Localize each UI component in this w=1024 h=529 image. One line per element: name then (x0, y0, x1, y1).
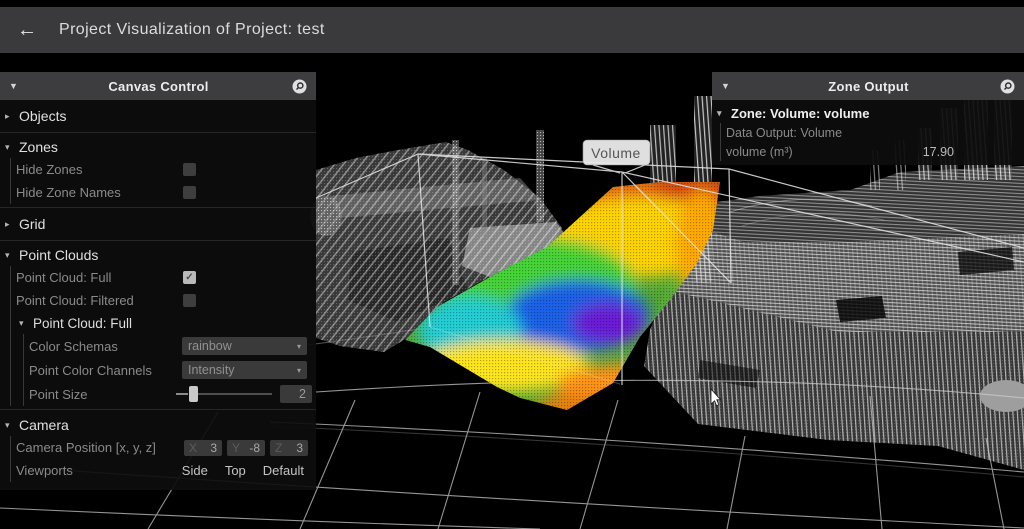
point-size-value[interactable]: 2 (280, 385, 312, 403)
section-grid[interactable]: ▸ Grid (0, 211, 316, 237)
section-objects[interactable]: ▸ Objects (0, 103, 316, 129)
collapse-panel-icon[interactable]: ▼ (9, 81, 25, 91)
volume-metric-value: 17.90 (923, 145, 954, 159)
point-cloud-filtered-label: Point Cloud: Filtered (16, 293, 134, 308)
slider-track-start (176, 393, 188, 395)
section-point-clouds-label: Point Clouds (19, 247, 98, 263)
back-button[interactable]: ← (17, 20, 37, 40)
canvas-control-header: ▼ Canvas Control (0, 72, 316, 100)
zone-label-text: Volume (591, 145, 641, 161)
section-camera-label: Camera (19, 417, 69, 433)
subsection-point-cloud-full-label: Point Cloud: Full (33, 316, 132, 331)
point-size-row: Point Size 2 (29, 382, 316, 406)
section-camera[interactable]: ▾ Camera (0, 414, 316, 436)
divider (0, 207, 316, 208)
camera-items: Camera Position [x, y, z] X 3 Y -8 Z 3 (10, 436, 316, 482)
focus-search-icon[interactable] (292, 79, 307, 94)
chevron-right-icon: ▸ (5, 111, 15, 122)
data-output-row: Data Output: Volume (726, 123, 1024, 142)
chevron-down-icon: ▾ (717, 108, 727, 119)
zone-label: Volume (583, 140, 650, 165)
chevron-down-icon: ▾ (297, 366, 301, 375)
zone-volume-title: Zone: Volume: volume (731, 106, 869, 121)
viewports-row: Viewports Side Top Default (16, 459, 316, 482)
canvas-control-panel: ▼ Canvas Control ▸ Objects ▾ Zones Hide … (0, 72, 316, 490)
camera-position-label: Camera Position [x, y, z] (16, 440, 156, 455)
divider (0, 240, 316, 241)
slider-track (198, 393, 272, 395)
section-grid-label: Grid (19, 216, 45, 232)
chevron-down-icon: ▾ (5, 142, 15, 153)
color-schemas-select[interactable]: rainbow ▾ (182, 337, 307, 355)
focus-search-icon[interactable] (1000, 79, 1015, 94)
point-size-label: Point Size (29, 387, 88, 402)
viewport-top-button[interactable]: Top (225, 463, 246, 478)
viewports-label: Viewports (16, 463, 73, 478)
chevron-right-icon: ▸ (5, 219, 15, 230)
canvas-control-title: Canvas Control (25, 79, 292, 94)
x-prefix: X (189, 441, 197, 455)
hide-zones-checkbox[interactable] (183, 163, 196, 176)
chevron-down-icon: ▾ (5, 420, 15, 431)
section-point-clouds[interactable]: ▾ Point Clouds (0, 244, 316, 266)
y-prefix: Y (232, 441, 240, 455)
hide-zone-names-row: Hide Zone Names (16, 181, 316, 204)
point-cloud-full-row: Point Cloud: Full (16, 266, 316, 289)
point-color-channels-label: Point Color Channels (29, 363, 152, 378)
point-cloud-full-settings: Color Schemas rainbow ▾ Point Color Chan… (23, 334, 316, 406)
camera-position-row: Camera Position [x, y, z] X 3 Y -8 Z 3 (16, 436, 316, 459)
data-output-label: Data Output: Volume (726, 126, 842, 140)
chevron-down-icon: ▾ (297, 342, 301, 351)
collapse-panel-icon[interactable]: ▼ (721, 81, 737, 91)
point-color-channels-row: Point Color Channels Intensity ▾ (29, 358, 316, 382)
divider (0, 409, 316, 410)
color-schemas-value: rainbow (188, 339, 232, 353)
zone-volume-section[interactable]: ▾ Zone: Volume: volume (712, 103, 1024, 123)
slider-handle[interactable] (189, 386, 198, 402)
z-prefix: Z (275, 441, 282, 455)
point-cloud-full-checkbox[interactable] (183, 271, 196, 284)
divider (0, 132, 316, 133)
hide-zones-label: Hide Zones (16, 162, 82, 177)
page-title: Project Visualization of Project: test (59, 21, 325, 39)
zone-output-panel: ▼ Zone Output ▾ Zone: Volume: volume Dat… (712, 72, 1024, 165)
hide-zones-row: Hide Zones (16, 158, 316, 181)
hide-zone-names-checkbox[interactable] (183, 186, 196, 199)
zone-output-header: ▼ Zone Output (712, 72, 1024, 100)
zone-output-title: Zone Output (737, 79, 1000, 94)
camera-x-input[interactable]: X 3 (184, 440, 222, 456)
point-cloud-filtered-checkbox[interactable] (183, 294, 196, 307)
camera-y-value: -8 (249, 441, 260, 455)
section-objects-label: Objects (19, 108, 66, 124)
camera-position-inputs: X 3 Y -8 Z 3 (179, 440, 308, 456)
point-cloud-filtered-row: Point Cloud: Filtered (16, 289, 316, 312)
color-schemas-label: Color Schemas (29, 339, 118, 354)
app-header: ← Project Visualization of Project: test (0, 7, 1024, 53)
viewport-buttons: Side Top Default (182, 463, 304, 478)
camera-x-value: 3 (210, 441, 217, 455)
viewport-side-button[interactable]: Side (182, 463, 208, 478)
point-clouds-items: Point Cloud: Full Point Cloud: Filtered … (10, 266, 316, 406)
camera-z-value: 3 (296, 441, 303, 455)
zone-volume-details: Data Output: Volume volume (m³) 17.90 (720, 123, 1024, 161)
point-color-channels-value: Intensity (188, 363, 235, 377)
subsection-point-cloud-full[interactable]: ▾ Point Cloud: Full (16, 312, 316, 334)
viewport-default-button[interactable]: Default (263, 463, 304, 478)
hide-zone-names-label: Hide Zone Names (16, 185, 121, 200)
chevron-down-icon: ▾ (5, 250, 15, 261)
volume-metric-label: volume (m³) (726, 145, 793, 159)
section-zones[interactable]: ▾ Zones (0, 136, 316, 158)
point-cloud-full-label: Point Cloud: Full (16, 270, 111, 285)
section-zones-label: Zones (19, 139, 58, 155)
point-size-slider[interactable]: 2 (176, 385, 312, 403)
volume-metric-row: volume (m³) 17.90 (726, 142, 1024, 161)
color-schemas-row: Color Schemas rainbow ▾ (29, 334, 316, 358)
camera-y-input[interactable]: Y -8 (227, 440, 265, 456)
camera-z-input[interactable]: Z 3 (270, 440, 308, 456)
chevron-down-icon: ▾ (19, 318, 29, 329)
zones-items: Hide Zones Hide Zone Names (10, 158, 316, 204)
point-color-channels-select[interactable]: Intensity ▾ (182, 361, 307, 379)
